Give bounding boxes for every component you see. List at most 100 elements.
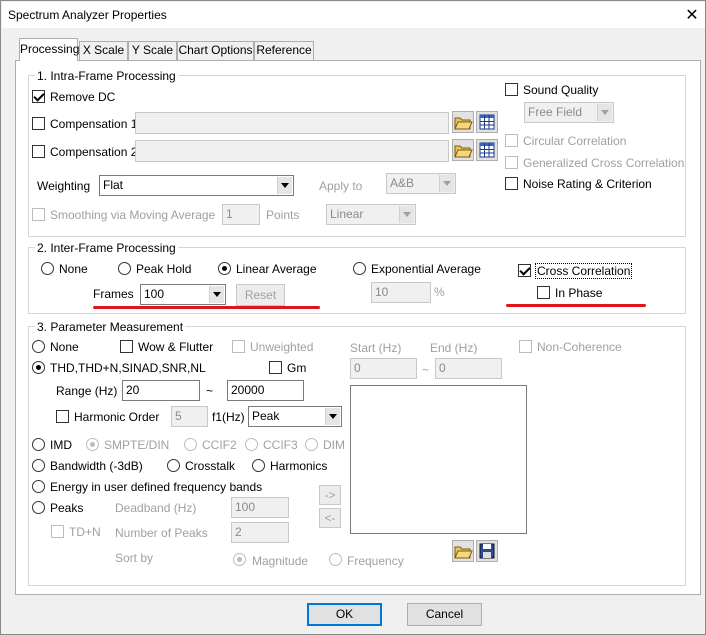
range-to-input[interactable]: 20000 [227, 380, 304, 401]
table-icon[interactable] [476, 139, 498, 161]
deadband-label: Deadband (Hz) [115, 501, 197, 515]
number-of-peaks-input[interactable]: 2 [231, 522, 289, 543]
tab-processing[interactable]: Processing [19, 38, 79, 61]
chevron-down-icon [597, 104, 612, 121]
sound-field-value: Free Field [528, 105, 583, 119]
ccif2-radio[interactable] [184, 438, 197, 451]
noise-rating-label: Noise Rating & Criterion [523, 177, 652, 191]
ccif3-radio[interactable] [245, 438, 258, 451]
exponential-average-radio[interactable] [353, 262, 366, 275]
noise-rating-checkbox[interactable] [505, 177, 518, 190]
cross-correlation-checkbox[interactable] [518, 264, 531, 277]
chevron-down-icon [277, 177, 292, 194]
in-phase-checkbox[interactable] [537, 286, 550, 299]
gen-cross-correlation-checkbox[interactable] [505, 156, 518, 169]
circular-correlation-checkbox[interactable] [505, 134, 518, 147]
frames-value: 100 [144, 287, 165, 301]
crosstalk-label: Crosstalk [185, 459, 236, 473]
add-band-button[interactable]: -> [319, 485, 341, 505]
end-hz-label: End (Hz) [430, 341, 478, 355]
f1-value: Peak [252, 409, 280, 423]
param-none-radio[interactable] [32, 340, 45, 353]
compensation-1-checkbox[interactable] [32, 117, 45, 130]
parameter-title: 3. Parameter Measurement [35, 320, 186, 334]
tab-chart-options[interactable]: Chart Options [177, 41, 254, 60]
sort-frequency-radio[interactable] [329, 553, 342, 566]
close-icon[interactable]: ✕ [678, 3, 706, 27]
wow-flutter-label: Wow & Flutter [138, 340, 214, 354]
peaks-radio[interactable] [32, 501, 45, 514]
frequency-bands-list[interactable] [350, 385, 527, 534]
inter-frame-title: 2. Inter-Frame Processing [35, 241, 178, 255]
red-annotation-underline [93, 306, 320, 309]
smoothing-input[interactable]: 1 [222, 204, 260, 225]
deadband-input[interactable]: 100 [231, 497, 289, 518]
thd-radio[interactable] [32, 361, 45, 374]
energy-radio[interactable] [32, 480, 45, 493]
tab-x-scale[interactable]: X Scale [79, 41, 128, 60]
dialog-window: Spectrum Analyzer Properties ✕ Processin… [0, 0, 706, 635]
folder-open-icon[interactable] [452, 139, 474, 161]
save-icon[interactable] [476, 540, 498, 562]
intra-frame-title: 1. Intra-Frame Processing [35, 69, 178, 83]
harmonic-order-checkbox[interactable] [56, 410, 69, 423]
harmonic-order-label: Harmonic Order [74, 410, 160, 424]
folder-open-icon[interactable] [452, 111, 474, 133]
reset-button[interactable]: Reset [236, 284, 285, 306]
frames-select[interactable]: 100 [140, 284, 226, 305]
red-annotation-underline [506, 304, 646, 307]
gen-cross-correlation-label: Generalized Cross Correlation [523, 156, 685, 170]
ok-button[interactable]: OK [307, 603, 382, 626]
compensation-2-checkbox[interactable] [32, 145, 45, 158]
sort-magnitude-label: Magnitude [252, 554, 309, 568]
unweighted-label: Unweighted [250, 340, 314, 354]
ccif2-label: CCIF2 [202, 438, 237, 452]
harmonic-order-input[interactable]: 5 [171, 406, 208, 427]
tab-y-scale[interactable]: Y Scale [128, 41, 177, 60]
td-n-checkbox[interactable] [51, 525, 64, 538]
exponential-value-input[interactable]: 10 [371, 282, 431, 303]
peak-hold-radio[interactable] [118, 262, 131, 275]
apply-to-select[interactable]: A&B [386, 173, 456, 194]
folder-open-icon[interactable] [452, 540, 474, 562]
apply-to-label: Apply to [319, 179, 363, 193]
remove-band-button[interactable]: <- [319, 508, 341, 528]
start-hz-input[interactable]: 0 [350, 358, 417, 379]
end-hz-input[interactable]: 0 [435, 358, 502, 379]
non-coherence-checkbox[interactable] [519, 340, 532, 353]
exponential-average-label: Exponential Average [371, 262, 481, 276]
compensation-2-label: Compensation 2 [50, 145, 138, 159]
sound-field-select[interactable]: Free Field [524, 102, 614, 123]
title-bar: Spectrum Analyzer Properties ✕ [2, 2, 705, 28]
sound-quality-checkbox[interactable] [505, 83, 518, 96]
compensation-1-field[interactable] [135, 112, 449, 134]
sound-quality-label: Sound Quality [523, 83, 599, 97]
f1-select[interactable]: Peak [248, 406, 342, 427]
weighting-select[interactable]: Flat [99, 175, 294, 196]
dim-radio[interactable] [305, 438, 318, 451]
compensation-2-field[interactable] [135, 140, 449, 162]
crosstalk-radio[interactable] [167, 459, 180, 472]
linear-average-radio[interactable] [218, 262, 231, 275]
f1-label: f1(Hz) [212, 410, 245, 424]
harmonics-radio[interactable] [252, 459, 265, 472]
wow-flutter-checkbox[interactable] [120, 340, 133, 353]
gm-label: Gm [287, 361, 307, 375]
table-icon[interactable] [476, 111, 498, 133]
imd-radio[interactable] [32, 438, 45, 451]
start-end-tilde: ~ [422, 363, 430, 377]
cancel-button[interactable]: Cancel [407, 603, 482, 626]
range-from-input[interactable]: 20 [122, 380, 200, 401]
remove-dc-checkbox[interactable] [32, 90, 45, 103]
tab-reference[interactable]: Reference [254, 41, 314, 60]
bandwidth-radio[interactable] [32, 459, 45, 472]
inter-none-radio[interactable] [41, 262, 54, 275]
chevron-down-icon [209, 286, 224, 303]
sort-magnitude-radio[interactable] [233, 553, 246, 566]
smpte-radio[interactable] [86, 438, 99, 451]
smoothing-checkbox[interactable] [32, 208, 45, 221]
smoothing-type-select[interactable]: Linear [326, 204, 416, 225]
gm-checkbox[interactable] [269, 361, 282, 374]
unweighted-checkbox[interactable] [232, 340, 245, 353]
apply-to-value: A&B [390, 176, 415, 190]
